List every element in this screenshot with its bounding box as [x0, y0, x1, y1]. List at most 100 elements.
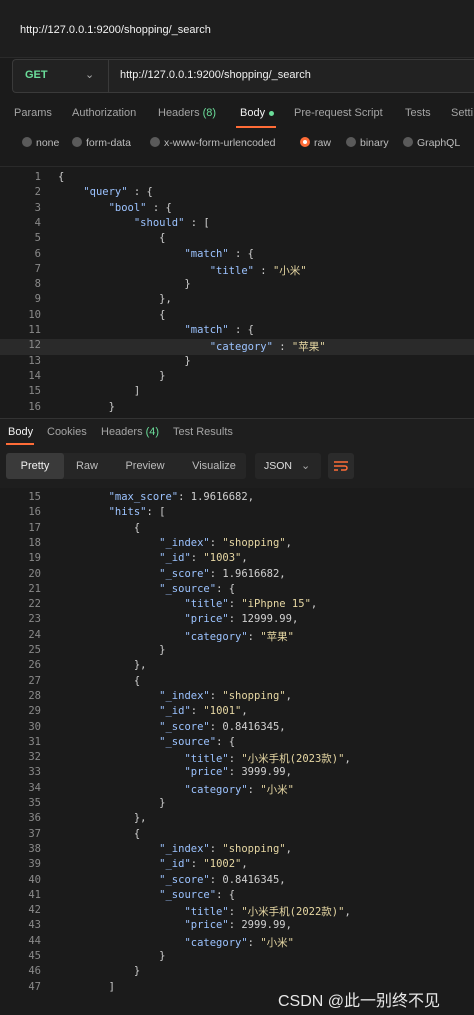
- line-number: 22: [28, 598, 41, 611]
- line-number: 38: [28, 842, 41, 855]
- modified-dot-icon: [269, 110, 275, 116]
- response-active-tab-indicator: [6, 443, 34, 445]
- request-code-line: 6 "match" : {: [0, 248, 474, 263]
- line-number: 41: [28, 888, 41, 901]
- tab-authorization[interactable]: Authorization: [72, 107, 136, 119]
- line-number: 16: [28, 400, 41, 413]
- line-number: 30: [28, 720, 41, 733]
- request-code-line: 11 "match" : {: [0, 324, 474, 339]
- response-code-line: 34 "category": "小米": [0, 782, 474, 797]
- code-text: "title" : "小米": [209, 264, 307, 277]
- response-code-line: 39 "_id": "1002",: [0, 858, 474, 873]
- mode-graphql[interactable]: GraphQL: [403, 137, 460, 149]
- response-code-line: 21 "_source": {: [0, 583, 474, 598]
- mode-graphql-label: GraphQL: [417, 137, 461, 149]
- response-tab-headers[interactable]: Headers (4): [101, 426, 159, 438]
- line-number: 36: [28, 812, 41, 825]
- code-text: "_id": "1003",: [159, 552, 248, 565]
- radio-icon: [403, 137, 413, 147]
- request-code-line: 16 }: [0, 401, 474, 416]
- request-code-line: 13 }: [0, 355, 474, 370]
- mode-raw[interactable]: raw: [300, 137, 331, 149]
- request-code-line: 8 }: [0, 278, 474, 293]
- response-tab-body[interactable]: Body: [8, 426, 33, 438]
- response-view-switch: Pretty Raw Preview Visualize: [6, 453, 246, 479]
- code-text: {: [58, 521, 141, 534]
- request-body-editor[interactable]: 1{2 "query" : {3 "bool" : {4 "should" : …: [0, 166, 474, 416]
- mode-form-data[interactable]: form-data: [72, 137, 131, 149]
- mode-none[interactable]: none: [22, 137, 59, 149]
- line-number: 47: [28, 980, 41, 993]
- view-pretty-button[interactable]: Pretty: [6, 453, 64, 479]
- tab-headers-count: (8): [202, 107, 217, 119]
- wrap-lines-button[interactable]: [328, 453, 354, 479]
- code-text: }: [58, 950, 166, 962]
- response-body-viewer[interactable]: 15 "max_score": 1.9616682, 16 "hits": [17…: [0, 488, 474, 998]
- code-text: "match" : {: [184, 247, 254, 260]
- code-text: "_index": "shopping",: [159, 842, 292, 855]
- code-text: ]: [58, 980, 115, 993]
- line-number: 35: [28, 797, 41, 809]
- view-visualize-button[interactable]: Visualize: [182, 453, 246, 479]
- line-number: 7: [34, 262, 41, 275]
- code-text: "category" : "苹果": [209, 341, 326, 354]
- response-code-line: 26 },: [0, 659, 474, 674]
- mode-binary[interactable]: binary: [346, 137, 389, 149]
- request-code-line: 10 {: [0, 309, 474, 324]
- line-number: 32: [28, 751, 41, 764]
- code-text: ]: [58, 385, 141, 398]
- body-mode-options: none form-data x-www-form-urlencoded raw…: [0, 134, 474, 154]
- view-raw-button[interactable]: Raw: [66, 453, 108, 479]
- mode-urlencoded[interactable]: x-www-form-urlencoded: [150, 137, 275, 149]
- tab-params[interactable]: Params: [14, 107, 52, 119]
- response-code-line: 19 "_id": "1003",: [0, 552, 474, 567]
- tab-body-label: Body: [240, 107, 266, 119]
- tab-settings[interactable]: Setti: [451, 107, 473, 119]
- response-tab-test-results[interactable]: Test Results: [173, 426, 233, 438]
- url-input[interactable]: http://127.0.0.1:9200/shopping/_search: [120, 69, 311, 81]
- line-number: 33: [28, 766, 41, 779]
- code-text: }: [58, 797, 166, 809]
- code-text: "query" : {: [83, 186, 153, 199]
- method-select[interactable]: GET ⌄: [13, 60, 109, 92]
- mode-urlencoded-label: x-www-form-urlencoded: [164, 137, 276, 149]
- response-code-line: 22 "title": "iPhpne 15",: [0, 598, 474, 613]
- line-number: 29: [28, 705, 41, 718]
- line-number: 27: [28, 674, 41, 687]
- tab-tests[interactable]: Tests: [405, 107, 431, 119]
- code-text: }: [58, 354, 191, 367]
- response-code-line: 35 }: [0, 797, 474, 812]
- radio-icon: [22, 137, 32, 147]
- view-preview-button[interactable]: Preview: [110, 453, 180, 479]
- tab-headers[interactable]: Headers (8): [158, 107, 216, 119]
- line-number: 34: [28, 781, 41, 794]
- request-code-line: 5 {: [0, 232, 474, 247]
- response-code-line: 36 },: [0, 812, 474, 827]
- chevron-down-icon: ⌄: [85, 69, 95, 81]
- request-code-line: 3 "bool" : {: [0, 202, 474, 217]
- code-text: "_source": {: [159, 735, 236, 748]
- line-number: 20: [28, 567, 41, 580]
- code-text: "title": "小米手机(2023款)",: [184, 753, 351, 766]
- chevron-down-icon: ⌄: [301, 460, 311, 472]
- response-tab-cookies[interactable]: Cookies: [47, 426, 87, 438]
- response-code-line: 42 "title": "小米手机(2022款)",: [0, 904, 474, 919]
- code-text: }: [58, 369, 166, 382]
- code-text: {: [58, 308, 166, 321]
- format-select[interactable]: JSON ⌄: [255, 453, 321, 479]
- response-code-line: 16 "hits": [: [0, 506, 474, 521]
- tab-body[interactable]: Body: [240, 107, 275, 119]
- tab-prerequest-script[interactable]: Pre-request Script: [294, 107, 383, 119]
- request-code-line: 12 "category" : "苹果": [0, 339, 474, 355]
- response-code-line: 29 "_id": "1001",: [0, 705, 474, 720]
- code-text: }: [58, 400, 115, 413]
- response-code-line: 20 "_score": 1.9616682,: [0, 568, 474, 583]
- code-text: }: [58, 644, 166, 656]
- request-tabs: Params Authorization Headers (8) Body Pr…: [0, 100, 474, 128]
- line-number: 43: [28, 919, 41, 932]
- code-text: "max_score": 1.9616682,: [108, 491, 255, 503]
- code-text: "category": "小米": [184, 936, 294, 949]
- request-tab-title[interactable]: http://127.0.0.1:9200/shopping/_search: [20, 24, 211, 36]
- line-number: 31: [28, 735, 41, 748]
- mode-form-data-label: form-data: [86, 137, 131, 149]
